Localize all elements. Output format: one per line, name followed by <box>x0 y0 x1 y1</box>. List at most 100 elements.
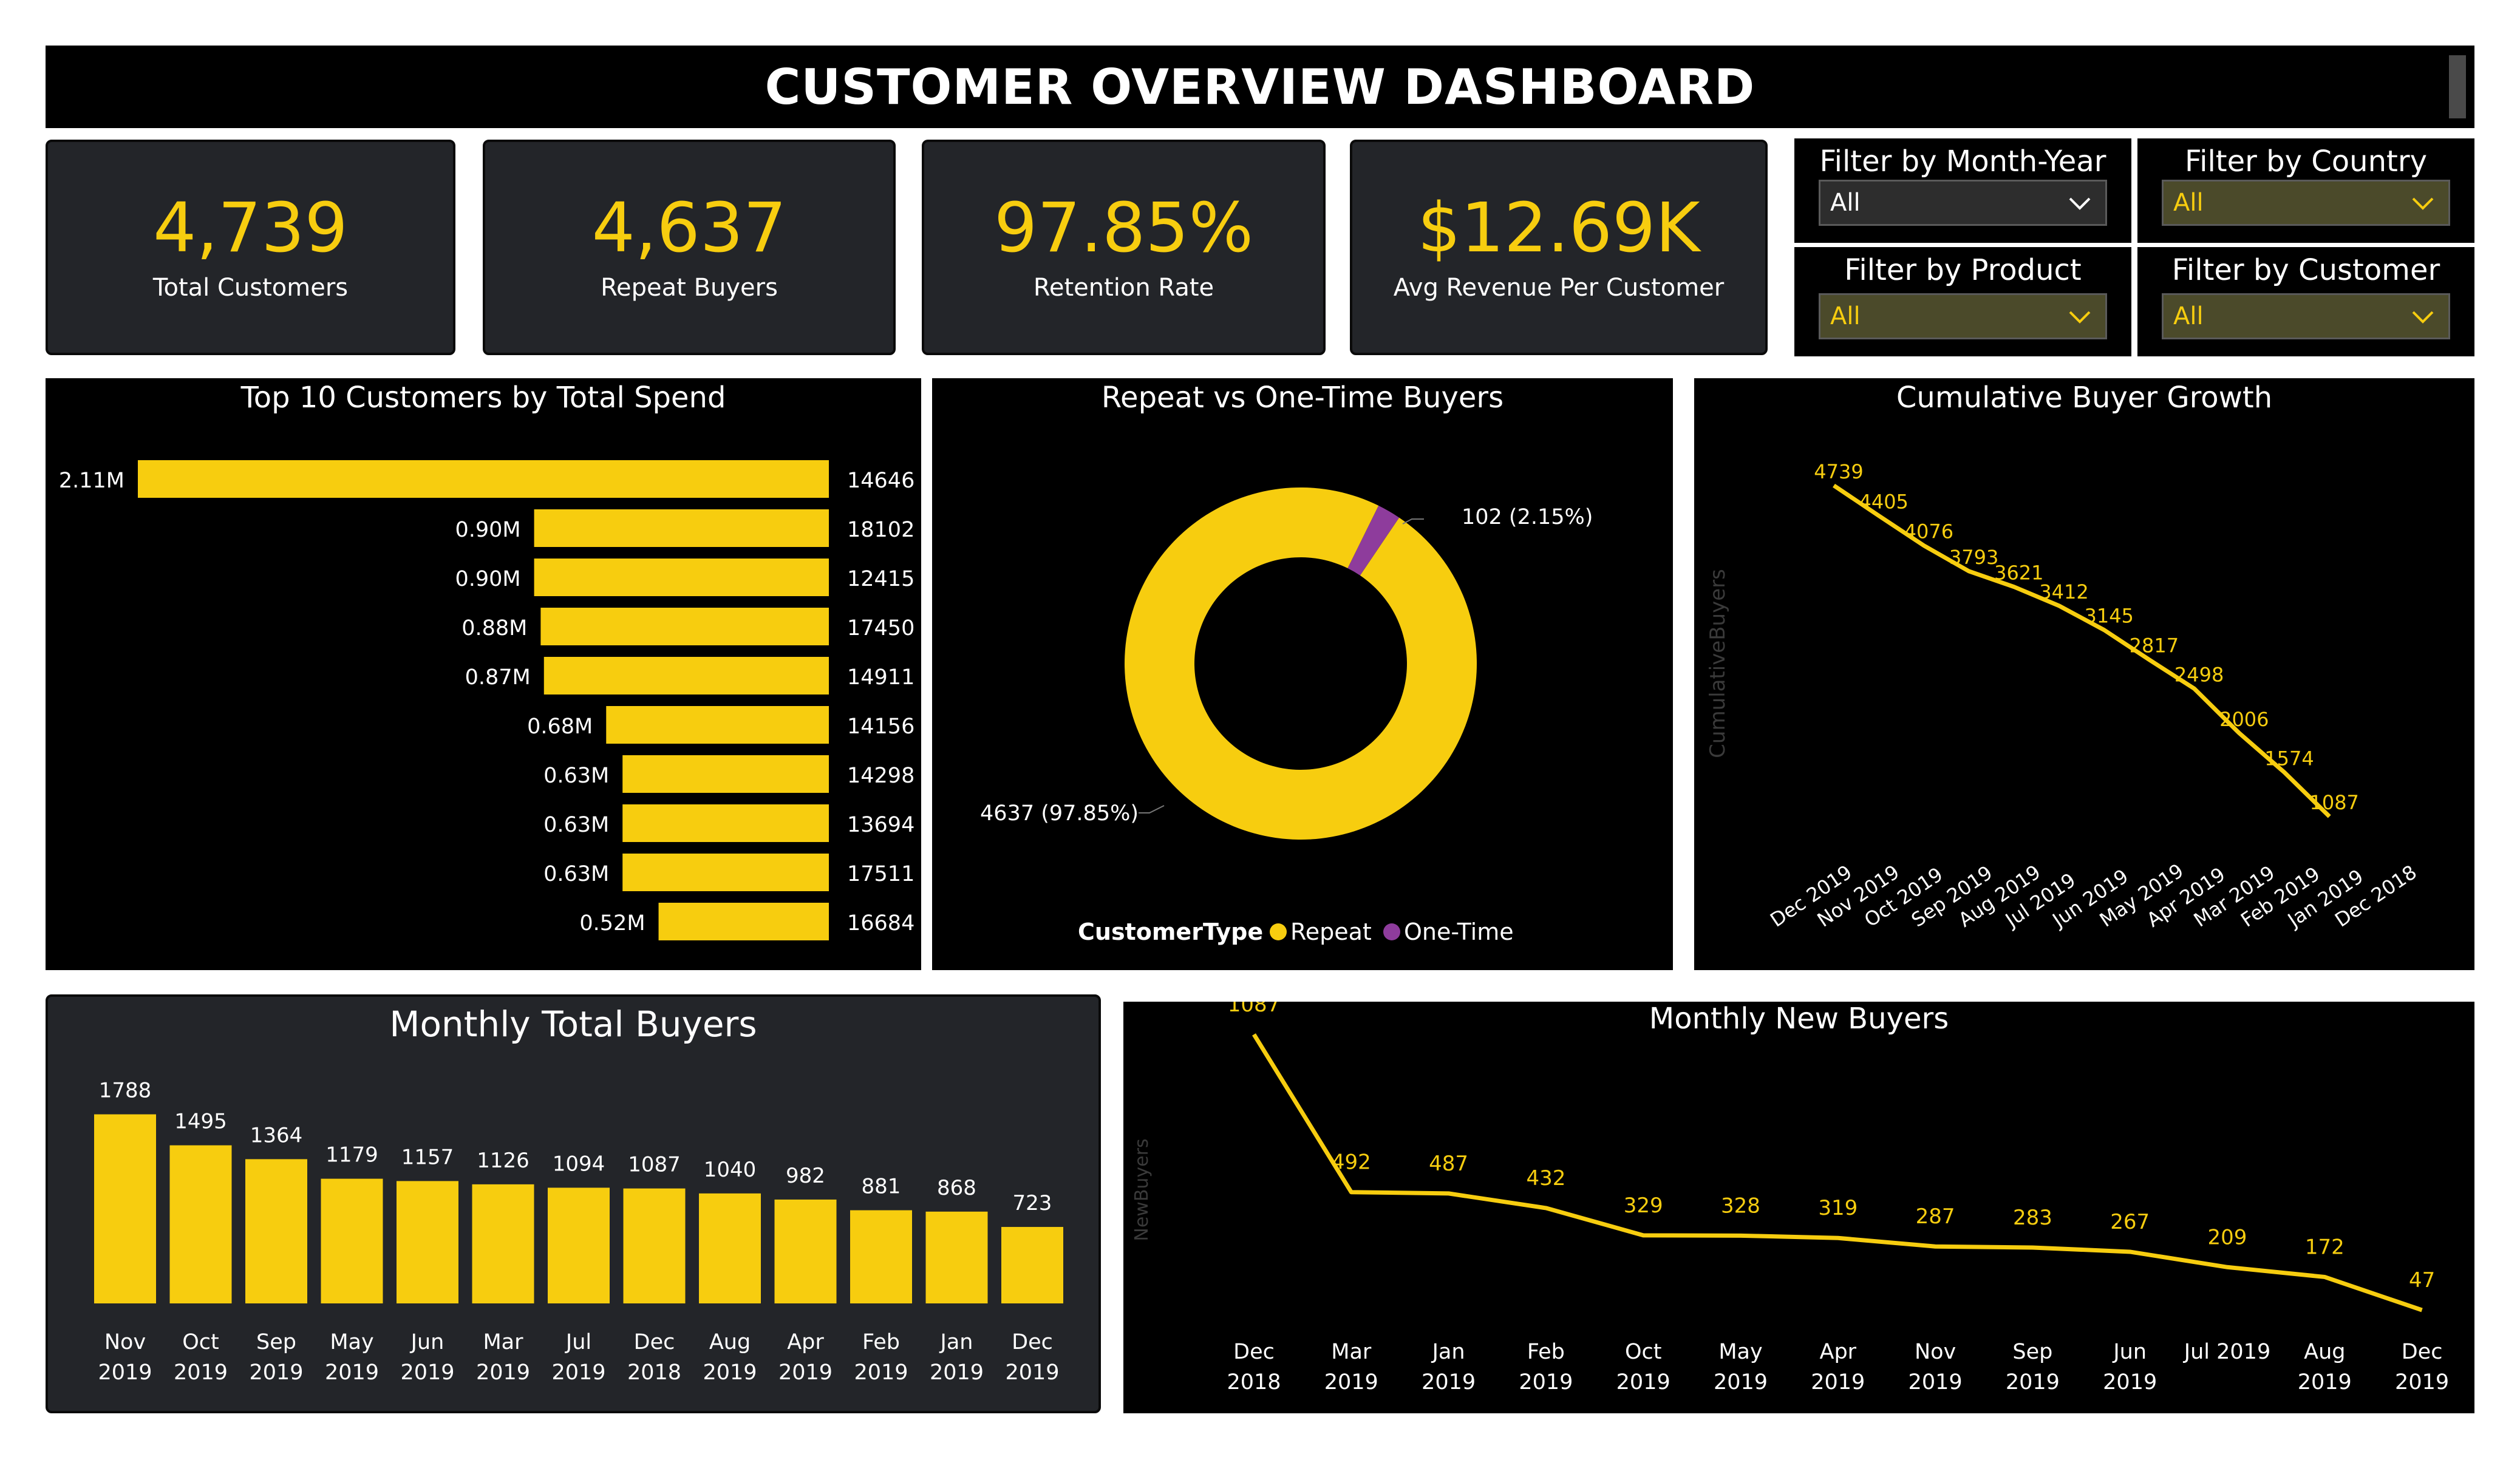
filter-month-year: Filter by Month-Year All <box>1794 138 2131 243</box>
kpi-card-total-customers: 4,739 Total Customers <box>46 140 455 355</box>
tick-label: 14911 <box>847 665 914 690</box>
customer-dropdown[interactable]: All <box>2162 293 2450 339</box>
tick-label: 2019 <box>1519 1370 1573 1394</box>
data-label: 3145 <box>2084 605 2133 628</box>
data-label: 1094 <box>553 1152 605 1176</box>
monthly-total-buyers-panel: Monthly Total Buyers 1788 Nov 2019 1495 Oct 2… <box>46 994 1101 1413</box>
kpi-label: Total Customers <box>152 274 349 302</box>
tick-label: Dec <box>1233 1340 1275 1364</box>
chevron-down-icon <box>2069 197 2091 210</box>
data-label: 329 <box>1624 1194 1663 1218</box>
tick-label: 2019 <box>2298 1370 2352 1394</box>
bar <box>925 1211 988 1303</box>
data-label: 2006 <box>2219 708 2269 731</box>
tick-label: Nov <box>104 1330 146 1354</box>
tick-label: May <box>1718 1340 1762 1364</box>
bar <box>606 706 829 744</box>
kpi-value: $12.69K <box>1417 188 1700 268</box>
filter-label: Filter by Product <box>1844 253 2082 287</box>
data-label: 0.52M <box>579 911 645 936</box>
data-label: 209 <box>2208 1225 2247 1249</box>
bar <box>543 657 829 695</box>
bar <box>1001 1227 1063 1303</box>
kpi-label: Avg Revenue Per Customer <box>1393 274 1725 302</box>
tick-label: Feb <box>862 1330 900 1354</box>
data-label: 0.63M <box>543 764 609 788</box>
tick-label: Dec <box>1012 1330 1053 1354</box>
tick-label: 2019 <box>2395 1370 2449 1394</box>
bar <box>397 1181 458 1303</box>
legend-label: One-Time <box>1404 919 1514 945</box>
data-label: 2817 <box>2130 634 2179 657</box>
tick-label: Nov <box>1915 1340 1956 1364</box>
bar <box>548 1187 610 1303</box>
data-label: 1087 <box>2309 791 2358 814</box>
axis-label: NewBuyers <box>1131 1138 1153 1241</box>
data-label: 0.68M <box>527 715 593 739</box>
tick-label: 14646 <box>847 469 914 493</box>
data-label: 283 <box>2013 1206 2052 1230</box>
tick-label: 17511 <box>847 862 914 886</box>
monthly-total-buyers-chart: 1788 Nov 2019 1495 Oct 2019 1364 Sep 2019 1179 May… <box>94 1079 1063 1385</box>
data-label: 432 <box>1526 1166 1565 1190</box>
bar <box>850 1210 912 1303</box>
tick-label: Jan <box>939 1330 973 1354</box>
tick-label: 2019 <box>2006 1370 2060 1394</box>
monthly-new-buyers-panel: Monthly New Buyers 1087 492 487 432 329 328 31… <box>1123 1002 2474 1413</box>
data-label: 102 (2.15%) <box>1462 505 1593 529</box>
product-dropdown[interactable]: All <box>1819 293 2107 339</box>
tick-label: Apr <box>787 1330 824 1354</box>
tick-label: Oct <box>1625 1340 1662 1364</box>
axis-label: CumulativeBuyers <box>1706 569 1730 758</box>
filter-label: Filter by Month-Year <box>1819 144 2106 178</box>
tick-label: 14156 <box>847 715 914 739</box>
tick-label: 14298 <box>847 764 914 788</box>
tick-label: 2019 <box>174 1360 228 1385</box>
bar <box>245 1159 307 1303</box>
tick-label: 2019 <box>98 1360 152 1385</box>
tick-label: 2019 <box>703 1360 757 1385</box>
chevron-down-icon <box>2412 197 2434 210</box>
title-bar: CUSTOMER OVERVIEW DASHBOARD <box>46 46 2474 128</box>
kpi-value: 97.85% <box>993 188 1254 268</box>
data-label: 2.11M <box>59 469 124 493</box>
tick-label: 2019 <box>1422 1370 1476 1394</box>
tick-label: 2019 <box>1616 1370 1670 1394</box>
tick-label: 2019 <box>1909 1370 1963 1394</box>
tick-label: 16684 <box>847 911 914 936</box>
tick-label: Oct <box>182 1330 219 1354</box>
data-label: 3412 <box>2039 580 2088 603</box>
tick-label: Jul <box>565 1330 591 1354</box>
donut-slice-repeat <box>1124 487 1477 840</box>
tick-label: 2018 <box>1227 1370 1281 1394</box>
data-label: 4405 <box>1859 491 1908 514</box>
tick-label: Jun <box>410 1330 444 1354</box>
tick-label: Dec <box>2402 1340 2443 1364</box>
data-label: 1495 <box>174 1110 227 1134</box>
bar <box>623 1188 686 1303</box>
tick-label: 2019 <box>1005 1360 1059 1385</box>
scrollbar[interactable] <box>2449 55 2466 118</box>
data-label: 0.90M <box>455 518 520 542</box>
repeat-vs-onetime-chart: 102 (2.15%) 4637 (97.85%) CustomerType Repe… <box>980 487 1593 945</box>
country-dropdown[interactable]: All <box>2162 180 2450 226</box>
tick-label: 2019 <box>400 1360 454 1385</box>
tick-label: 2019 <box>325 1360 379 1385</box>
top-customers-chart: 2.11M 14646 0.90M 18102 0.90M 12415 0.88M 17450… <box>59 460 914 940</box>
kpi-card-repeat-buyers: 4,637 Repeat Buyers <box>483 140 896 355</box>
kpi-value: 4,637 <box>591 188 787 268</box>
data-label: 0.90M <box>455 567 520 591</box>
bar <box>622 804 829 842</box>
month-year-dropdown[interactable]: All <box>1819 180 2107 226</box>
tick-label: Dec <box>634 1330 675 1354</box>
dropdown-value: All <box>1830 302 1861 330</box>
tick-label: 2019 <box>476 1360 530 1385</box>
tick-label: 2019 <box>249 1360 303 1385</box>
data-label: 1157 <box>401 1145 454 1169</box>
top-customers-panel: Top 10 Customers by Total Spend 2.11M 146… <box>46 378 921 970</box>
filter-label: Filter by Country <box>2185 144 2427 178</box>
data-label: 487 <box>1429 1152 1468 1176</box>
tick-label: 17450 <box>847 616 914 640</box>
data-label: 1087 <box>628 1153 681 1177</box>
legend-label: Repeat <box>1290 919 1372 945</box>
